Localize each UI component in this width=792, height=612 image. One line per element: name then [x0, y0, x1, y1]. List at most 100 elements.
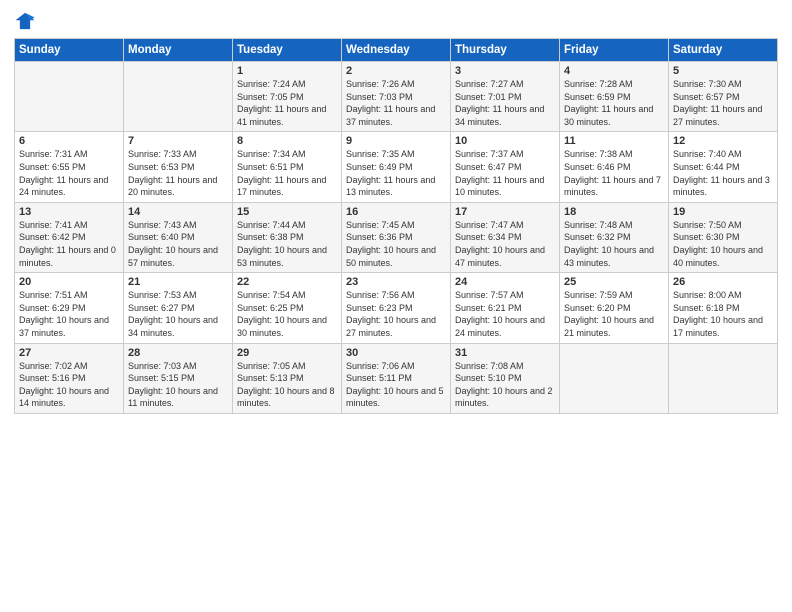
day-number: 5 — [673, 65, 773, 77]
day-number: 7 — [128, 135, 228, 147]
day-number: 14 — [128, 206, 228, 218]
calendar-cell: 25Sunrise: 7:59 AM Sunset: 6:20 PM Dayli… — [560, 273, 669, 343]
calendar-cell: 30Sunrise: 7:06 AM Sunset: 5:11 PM Dayli… — [342, 343, 451, 413]
day-info: Sunrise: 7:38 AM Sunset: 6:46 PM Dayligh… — [564, 148, 664, 198]
calendar-page: SundayMondayTuesdayWednesdayThursdayFrid… — [0, 0, 792, 612]
calendar-cell: 6Sunrise: 7:31 AM Sunset: 6:55 PM Daylig… — [15, 132, 124, 202]
calendar-cell — [669, 343, 778, 413]
header — [14, 10, 778, 32]
day-of-week-header: Monday — [124, 39, 233, 62]
day-number: 21 — [128, 276, 228, 288]
day-number: 23 — [346, 276, 446, 288]
day-info: Sunrise: 7:45 AM Sunset: 6:36 PM Dayligh… — [346, 219, 446, 269]
day-number: 11 — [564, 135, 664, 147]
day-number: 29 — [237, 347, 337, 359]
calendar-cell: 27Sunrise: 7:02 AM Sunset: 5:16 PM Dayli… — [15, 343, 124, 413]
day-info: Sunrise: 7:57 AM Sunset: 6:21 PM Dayligh… — [455, 289, 555, 339]
logo — [14, 10, 38, 32]
day-number: 6 — [19, 135, 119, 147]
day-info: Sunrise: 7:56 AM Sunset: 6:23 PM Dayligh… — [346, 289, 446, 339]
calendar-cell: 8Sunrise: 7:34 AM Sunset: 6:51 PM Daylig… — [233, 132, 342, 202]
calendar-cell: 12Sunrise: 7:40 AM Sunset: 6:44 PM Dayli… — [669, 132, 778, 202]
day-of-week-header: Thursday — [451, 39, 560, 62]
calendar-cell: 23Sunrise: 7:56 AM Sunset: 6:23 PM Dayli… — [342, 273, 451, 343]
day-number: 24 — [455, 276, 555, 288]
day-number: 15 — [237, 206, 337, 218]
day-number: 10 — [455, 135, 555, 147]
calendar-cell: 5Sunrise: 7:30 AM Sunset: 6:57 PM Daylig… — [669, 62, 778, 132]
day-number: 12 — [673, 135, 773, 147]
day-info: Sunrise: 7:06 AM Sunset: 5:11 PM Dayligh… — [346, 360, 446, 410]
day-info: Sunrise: 7:34 AM Sunset: 6:51 PM Dayligh… — [237, 148, 337, 198]
day-info: Sunrise: 7:24 AM Sunset: 7:05 PM Dayligh… — [237, 78, 337, 128]
day-info: Sunrise: 7:53 AM Sunset: 6:27 PM Dayligh… — [128, 289, 228, 339]
day-of-week-header: Friday — [560, 39, 669, 62]
day-of-week-header: Wednesday — [342, 39, 451, 62]
calendar-week-row: 13Sunrise: 7:41 AM Sunset: 6:42 PM Dayli… — [15, 202, 778, 272]
day-number: 22 — [237, 276, 337, 288]
day-info: Sunrise: 7:05 AM Sunset: 5:13 PM Dayligh… — [237, 360, 337, 410]
logo-area — [14, 10, 38, 32]
day-info: Sunrise: 7:54 AM Sunset: 6:25 PM Dayligh… — [237, 289, 337, 339]
day-info: Sunrise: 7:33 AM Sunset: 6:53 PM Dayligh… — [128, 148, 228, 198]
day-number: 17 — [455, 206, 555, 218]
calendar-cell: 3Sunrise: 7:27 AM Sunset: 7:01 PM Daylig… — [451, 62, 560, 132]
calendar-table: SundayMondayTuesdayWednesdayThursdayFrid… — [14, 38, 778, 414]
day-info: Sunrise: 8:00 AM Sunset: 6:18 PM Dayligh… — [673, 289, 773, 339]
calendar-cell: 26Sunrise: 8:00 AM Sunset: 6:18 PM Dayli… — [669, 273, 778, 343]
day-info: Sunrise: 7:26 AM Sunset: 7:03 PM Dayligh… — [346, 78, 446, 128]
calendar-cell — [124, 62, 233, 132]
day-number: 1 — [237, 65, 337, 77]
day-info: Sunrise: 7:41 AM Sunset: 6:42 PM Dayligh… — [19, 219, 119, 269]
calendar-cell: 4Sunrise: 7:28 AM Sunset: 6:59 PM Daylig… — [560, 62, 669, 132]
day-number: 2 — [346, 65, 446, 77]
day-number: 28 — [128, 347, 228, 359]
day-info: Sunrise: 7:30 AM Sunset: 6:57 PM Dayligh… — [673, 78, 773, 128]
calendar-cell: 22Sunrise: 7:54 AM Sunset: 6:25 PM Dayli… — [233, 273, 342, 343]
day-info: Sunrise: 7:27 AM Sunset: 7:01 PM Dayligh… — [455, 78, 555, 128]
day-info: Sunrise: 7:44 AM Sunset: 6:38 PM Dayligh… — [237, 219, 337, 269]
calendar-cell: 24Sunrise: 7:57 AM Sunset: 6:21 PM Dayli… — [451, 273, 560, 343]
day-info: Sunrise: 7:48 AM Sunset: 6:32 PM Dayligh… — [564, 219, 664, 269]
day-info: Sunrise: 7:28 AM Sunset: 6:59 PM Dayligh… — [564, 78, 664, 128]
day-number: 27 — [19, 347, 119, 359]
day-info: Sunrise: 7:59 AM Sunset: 6:20 PM Dayligh… — [564, 289, 664, 339]
calendar-week-row: 20Sunrise: 7:51 AM Sunset: 6:29 PM Dayli… — [15, 273, 778, 343]
calendar-cell: 9Sunrise: 7:35 AM Sunset: 6:49 PM Daylig… — [342, 132, 451, 202]
day-of-week-header: Sunday — [15, 39, 124, 62]
day-number: 25 — [564, 276, 664, 288]
calendar-header-row: SundayMondayTuesdayWednesdayThursdayFrid… — [15, 39, 778, 62]
calendar-cell: 10Sunrise: 7:37 AM Sunset: 6:47 PM Dayli… — [451, 132, 560, 202]
calendar-cell: 29Sunrise: 7:05 AM Sunset: 5:13 PM Dayli… — [233, 343, 342, 413]
day-info: Sunrise: 7:50 AM Sunset: 6:30 PM Dayligh… — [673, 219, 773, 269]
day-info: Sunrise: 7:31 AM Sunset: 6:55 PM Dayligh… — [19, 148, 119, 198]
calendar-cell: 20Sunrise: 7:51 AM Sunset: 6:29 PM Dayli… — [15, 273, 124, 343]
calendar-cell: 7Sunrise: 7:33 AM Sunset: 6:53 PM Daylig… — [124, 132, 233, 202]
day-number: 8 — [237, 135, 337, 147]
day-of-week-header: Saturday — [669, 39, 778, 62]
day-number: 9 — [346, 135, 446, 147]
calendar-cell: 16Sunrise: 7:45 AM Sunset: 6:36 PM Dayli… — [342, 202, 451, 272]
day-info: Sunrise: 7:47 AM Sunset: 6:34 PM Dayligh… — [455, 219, 555, 269]
day-info: Sunrise: 7:02 AM Sunset: 5:16 PM Dayligh… — [19, 360, 119, 410]
calendar-cell: 15Sunrise: 7:44 AM Sunset: 6:38 PM Dayli… — [233, 202, 342, 272]
day-number: 18 — [564, 206, 664, 218]
calendar-cell: 11Sunrise: 7:38 AM Sunset: 6:46 PM Dayli… — [560, 132, 669, 202]
calendar-cell: 18Sunrise: 7:48 AM Sunset: 6:32 PM Dayli… — [560, 202, 669, 272]
day-info: Sunrise: 7:37 AM Sunset: 6:47 PM Dayligh… — [455, 148, 555, 198]
calendar-week-row: 27Sunrise: 7:02 AM Sunset: 5:16 PM Dayli… — [15, 343, 778, 413]
calendar-cell: 13Sunrise: 7:41 AM Sunset: 6:42 PM Dayli… — [15, 202, 124, 272]
calendar-cell: 31Sunrise: 7:08 AM Sunset: 5:10 PM Dayli… — [451, 343, 560, 413]
day-number: 3 — [455, 65, 555, 77]
day-number: 13 — [19, 206, 119, 218]
day-number: 16 — [346, 206, 446, 218]
calendar-cell: 21Sunrise: 7:53 AM Sunset: 6:27 PM Dayli… — [124, 273, 233, 343]
day-info: Sunrise: 7:35 AM Sunset: 6:49 PM Dayligh… — [346, 148, 446, 198]
day-of-week-header: Tuesday — [233, 39, 342, 62]
calendar-cell: 14Sunrise: 7:43 AM Sunset: 6:40 PM Dayli… — [124, 202, 233, 272]
day-info: Sunrise: 7:51 AM Sunset: 6:29 PM Dayligh… — [19, 289, 119, 339]
calendar-cell: 19Sunrise: 7:50 AM Sunset: 6:30 PM Dayli… — [669, 202, 778, 272]
calendar-week-row: 6Sunrise: 7:31 AM Sunset: 6:55 PM Daylig… — [15, 132, 778, 202]
day-info: Sunrise: 7:08 AM Sunset: 5:10 PM Dayligh… — [455, 360, 555, 410]
day-info: Sunrise: 7:40 AM Sunset: 6:44 PM Dayligh… — [673, 148, 773, 198]
